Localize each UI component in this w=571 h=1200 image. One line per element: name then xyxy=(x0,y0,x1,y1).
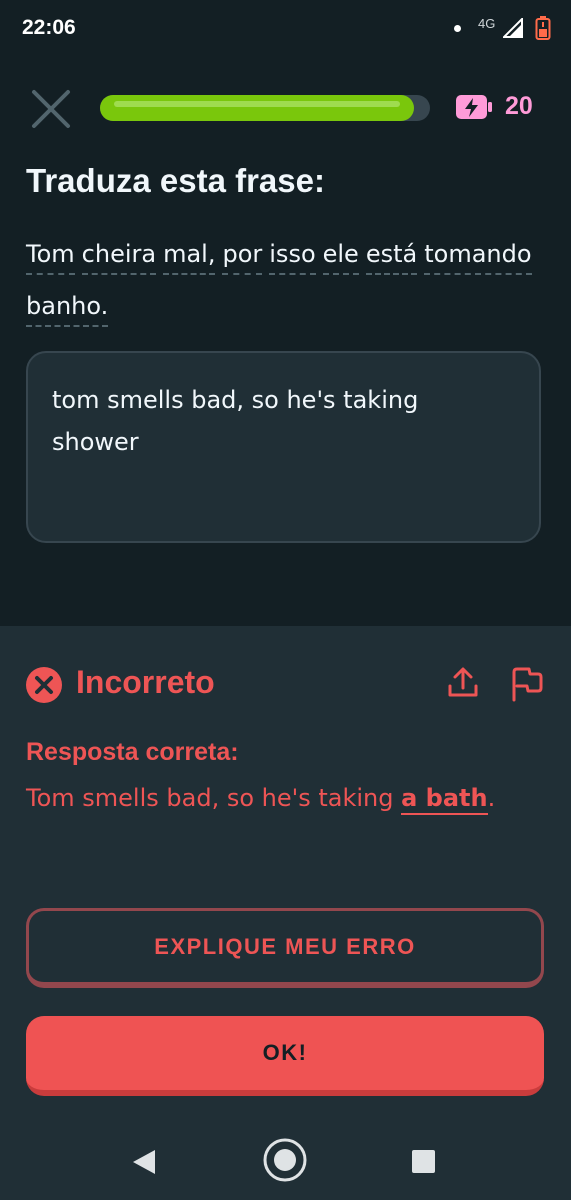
correct-answer-label: Resposta correta: xyxy=(26,738,239,766)
network-type: 4G xyxy=(478,16,496,31)
battery-icon xyxy=(535,16,551,40)
word-hint[interactable]: tomando xyxy=(424,238,532,275)
close-icon[interactable] xyxy=(30,88,72,130)
home-icon[interactable] xyxy=(262,1137,308,1183)
word-hint[interactable]: banho. xyxy=(26,290,109,327)
recent-apps-icon[interactable] xyxy=(411,1149,436,1174)
word-hint[interactable]: ele xyxy=(322,238,359,275)
word-hint[interactable]: Tom xyxy=(26,238,75,275)
lesson-screen: 22:06 4G 20 Traduza esta frase: Tom cheir… xyxy=(0,0,571,1200)
error-x-icon xyxy=(26,667,62,703)
energy-count: 20 xyxy=(505,92,533,120)
progress-shine xyxy=(114,101,400,107)
page-title: Traduza esta frase: xyxy=(26,162,325,199)
navigation-bar xyxy=(0,1124,571,1200)
explain-mistake-button[interactable]: EXPLIQUE MEU ERRO xyxy=(26,908,544,988)
status-bar: 22:06 4G xyxy=(0,0,571,60)
word-hint[interactable]: isso xyxy=(269,238,316,275)
signal-icon xyxy=(503,18,523,38)
flag-icon[interactable] xyxy=(510,666,544,702)
feedback-status: Incorreto xyxy=(76,664,215,700)
word-hint[interactable]: está xyxy=(365,238,418,275)
share-icon[interactable] xyxy=(446,666,480,700)
source-sentence: Tom cheira mal, por isso ele está tomando banho. xyxy=(26,228,556,332)
answer-input[interactable]: tom smells bad, so he's taking shower xyxy=(26,351,541,543)
ok-button[interactable]: OK! xyxy=(26,1016,544,1096)
correct-answer-prefix: Tom smells bad, so he's taking xyxy=(26,784,402,812)
answer-text: tom smells bad, so he's taking shower xyxy=(52,386,419,456)
correct-answer-highlight: a bath xyxy=(401,784,488,815)
lesson-progress-bar xyxy=(100,95,430,121)
word-hint[interactable]: cheira xyxy=(81,238,157,275)
feedback-panel: Incorreto Resposta correta: Tom smells b… xyxy=(0,626,571,1200)
correct-answer: Tom smells bad, so he's taking a bath. xyxy=(26,784,496,815)
word-hint[interactable]: mal, xyxy=(163,238,216,275)
notification-dot-icon xyxy=(454,25,461,32)
back-icon[interactable] xyxy=(131,1148,157,1176)
progress-fill xyxy=(100,95,414,121)
correct-answer-suffix: . xyxy=(487,784,496,812)
word-hint[interactable]: por xyxy=(222,238,263,275)
energy-battery-icon xyxy=(456,95,492,119)
status-time: 22:06 xyxy=(22,16,76,39)
